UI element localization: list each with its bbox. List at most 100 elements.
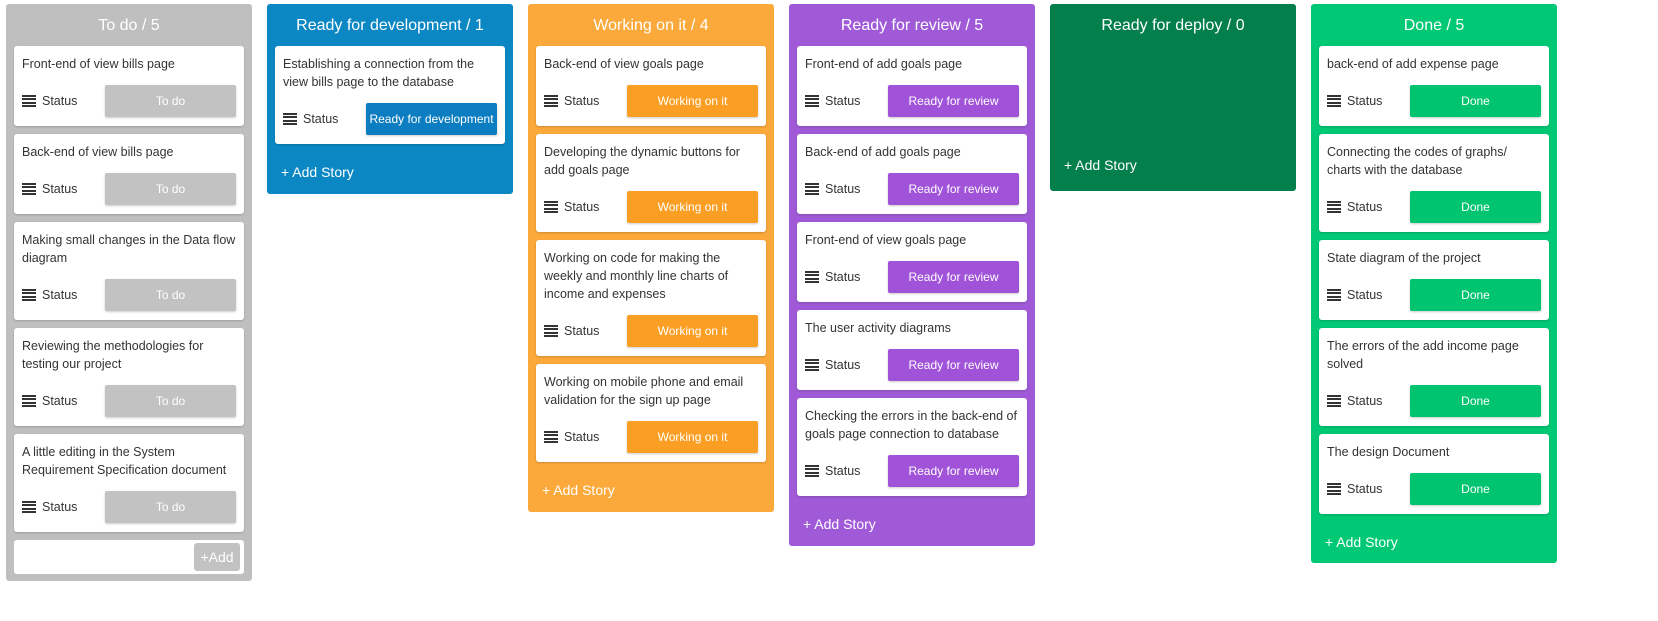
add-story-button[interactable]: + Add Story (275, 152, 505, 192)
card-title: Making small changes in the Data flow di… (22, 233, 236, 265)
card-title: State diagram of the project (1327, 251, 1481, 265)
add-story-button[interactable]: + Add Story (1058, 157, 1143, 173)
column-title: Ready for review / 5 (840, 17, 984, 34)
status-button[interactable]: Ready for review (888, 455, 1019, 487)
status-button[interactable]: Working on it (627, 421, 758, 453)
column-ready-for-review: Ready for review / 5 Front-end of add go… (789, 4, 1035, 546)
list-icon (805, 94, 819, 108)
card-title: Working on mobile phone and email valida… (544, 375, 744, 407)
list-icon (22, 288, 36, 302)
status-label: Status (1347, 288, 1383, 302)
list-icon (1327, 394, 1341, 408)
story-card[interactable]: The user activity diagrams Status Ready … (797, 310, 1027, 390)
card-title: Front-end of view bills page (22, 57, 175, 71)
story-card[interactable]: The design Document Status Done (1319, 434, 1549, 514)
status-label: Status (303, 112, 339, 126)
list-icon (1327, 288, 1341, 302)
list-icon (544, 430, 558, 444)
status-button[interactable]: Done (1410, 473, 1541, 505)
card-title: A little editing in the System Requireme… (22, 445, 227, 477)
add-story-button[interactable]: + Add Story (536, 470, 766, 510)
story-card[interactable]: Connecting the codes of graphs/ charts w… (1319, 134, 1549, 232)
story-card[interactable]: Checking the errors in the back-end of g… (797, 398, 1027, 496)
add-story-button[interactable]: + Add Story (797, 504, 1027, 544)
column-ready-for-development: Ready for development / 1 Establishing a… (267, 4, 513, 194)
story-card[interactable]: Front-end of view goals page Status Read… (797, 222, 1027, 302)
card-title: Connecting the codes of graphs/ charts w… (1327, 145, 1507, 177)
list-icon (22, 94, 36, 108)
list-icon (544, 200, 558, 214)
story-card[interactable]: Making small changes in the Data flow di… (14, 222, 244, 320)
status-button[interactable]: Ready for review (888, 173, 1019, 205)
status-button[interactable]: To do (105, 385, 236, 417)
status-button[interactable]: Working on it (627, 315, 758, 347)
status-label: Status (42, 94, 78, 108)
story-card[interactable]: Back-end of view goals page Status Worki… (536, 46, 766, 126)
column-title: Ready for deploy / 0 (1101, 17, 1245, 34)
story-card[interactable]: Front-end of view bills page Status To d… (14, 46, 244, 126)
status-button[interactable]: Done (1410, 191, 1541, 223)
list-icon (805, 182, 819, 196)
column-done: Done / 5 back-end of add expense page St… (1311, 4, 1557, 563)
story-card[interactable]: Working on code for making the weekly an… (536, 240, 766, 356)
column-title: To do / 5 (98, 17, 160, 34)
add-story-button[interactable]: + Add Story (1319, 522, 1549, 562)
column-ready-for-deploy: Ready for deploy / 0 + Add Story (1050, 4, 1296, 191)
status-button[interactable]: Ready for review (888, 85, 1019, 117)
card-title: back-end of add expense page (1327, 57, 1499, 71)
status-button[interactable]: Done (1410, 85, 1541, 117)
card-title: Establishing a connection from the view … (283, 57, 475, 89)
card-title: Front-end of add goals page (805, 57, 963, 71)
story-card[interactable]: Front-end of add goals page Status Ready… (797, 46, 1027, 126)
card-title: Checking the errors in the back-end of g… (805, 409, 1017, 441)
story-card[interactable]: Developing the dynamic buttons for add g… (536, 134, 766, 232)
status-button[interactable]: To do (105, 173, 236, 205)
status-label: Status (825, 464, 861, 478)
story-card[interactable]: Reviewing the methodologies for testing … (14, 328, 244, 426)
status-label: Status (825, 182, 861, 196)
story-card[interactable]: Back-end of view bills page Status To do (14, 134, 244, 214)
new-story-input[interactable] (20, 544, 184, 570)
list-icon (805, 358, 819, 372)
story-card[interactable]: State diagram of the project Status Done (1319, 240, 1549, 320)
status-label: Status (564, 324, 600, 338)
list-icon (22, 500, 36, 514)
status-button[interactable]: Done (1410, 279, 1541, 311)
story-card[interactable]: Establishing a connection from the view … (275, 46, 505, 144)
list-icon (1327, 482, 1341, 496)
card-title: Developing the dynamic buttons for add g… (544, 145, 740, 177)
card-title: The errors of the add income page solved (1327, 339, 1519, 371)
status-button[interactable]: Ready for review (888, 261, 1019, 293)
story-card[interactable]: back-end of add expense page Status Done (1319, 46, 1549, 126)
status-label: Status (825, 94, 861, 108)
status-button[interactable]: To do (105, 491, 236, 523)
status-button[interactable]: Working on it (627, 85, 758, 117)
list-icon (22, 182, 36, 196)
story-card[interactable]: Working on mobile phone and email valida… (536, 364, 766, 462)
status-button[interactable]: Ready for development (366, 103, 497, 135)
column-title: Ready for development / 1 (296, 17, 484, 34)
status-label: Status (825, 270, 861, 284)
kanban-board: To do / 5 Front-end of view bills page S… (0, 0, 1658, 621)
list-icon (1327, 94, 1341, 108)
status-label: Status (42, 500, 78, 514)
status-label: Status (564, 200, 600, 214)
story-card[interactable]: The errors of the add income page solved… (1319, 328, 1549, 426)
status-button[interactable]: Ready for review (888, 349, 1019, 381)
column-title: Done / 5 (1403, 17, 1465, 34)
card-title: Working on code for making the weekly an… (544, 251, 729, 301)
card-title: Back-end of add goals page (805, 145, 961, 159)
status-label: Status (1347, 94, 1383, 108)
status-button[interactable]: To do (105, 85, 236, 117)
add-button[interactable]: +Add (194, 543, 240, 571)
status-button[interactable]: To do (105, 279, 236, 311)
status-label: Status (42, 182, 78, 196)
story-card[interactable]: Back-end of add goals page Status Ready … (797, 134, 1027, 214)
list-icon (283, 112, 297, 126)
story-card[interactable]: A little editing in the System Requireme… (14, 434, 244, 532)
card-title: The user activity diagrams (805, 321, 951, 335)
card-title: Back-end of view goals page (544, 57, 704, 71)
status-label: Status (1347, 394, 1383, 408)
status-button[interactable]: Working on it (627, 191, 758, 223)
status-button[interactable]: Done (1410, 385, 1541, 417)
